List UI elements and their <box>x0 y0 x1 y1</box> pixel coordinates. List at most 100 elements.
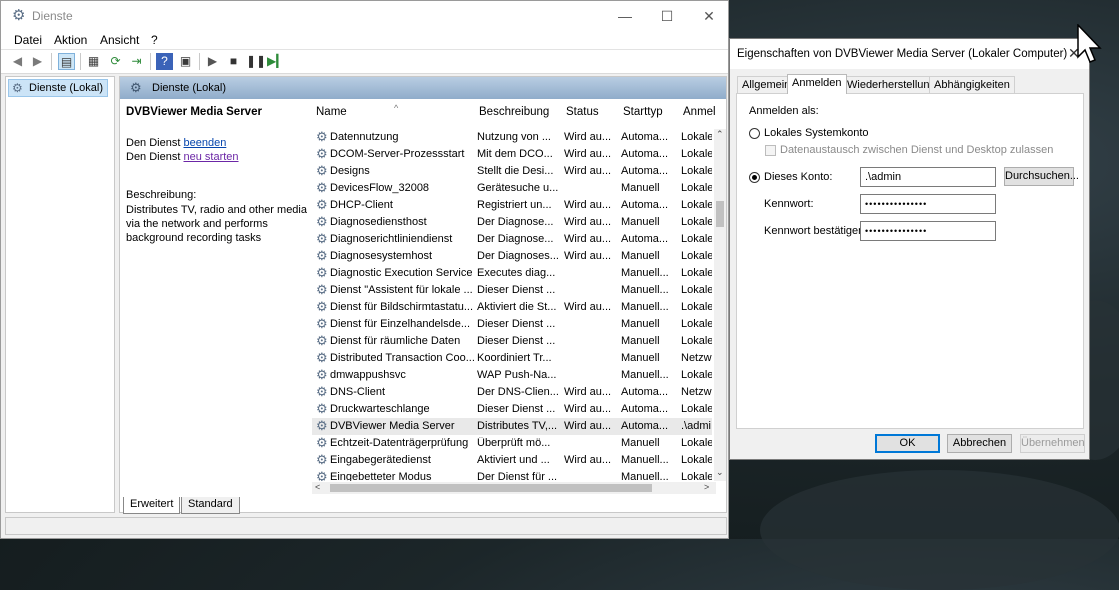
table-row[interactable]: ⚙ Echtzeit-Datenträgerprüfung Überprüft mö… <box>312 435 712 452</box>
service-logon: Lokale <box>681 233 712 245</box>
horizontal-scrollbar[interactable]: < > <box>312 482 716 494</box>
service-description: Der Dienst für ... <box>477 471 558 481</box>
dialog-title-bar: Eigenschaften von DVBViewer Media Server… <box>730 39 1089 69</box>
cancel-button[interactable]: Abbrechen <box>947 434 1012 453</box>
stop-service-link[interactable]: beenden <box>183 137 226 149</box>
scroll-up-icon[interactable]: ⌃ <box>716 129 724 140</box>
confirm-password-input[interactable]: ••••••••••••••• <box>860 221 996 241</box>
pause-service-icon[interactable]: ❚❚ <box>246 53 266 70</box>
service-name: DevicesFlow_32008 <box>330 182 430 194</box>
service-status: Wird au... <box>564 301 612 313</box>
restart-service-icon[interactable]: ▶▎ <box>267 53 285 70</box>
mmc-icon[interactable]: ▣ <box>177 53 194 70</box>
tab-standard[interactable]: Standard <box>181 497 240 514</box>
table-row[interactable]: ⚙ Dienst für Bildschirmtastatu... Aktivier… <box>312 299 712 316</box>
password-input[interactable]: ••••••••••••••• <box>860 194 996 214</box>
menu-datei[interactable]: Datei <box>14 33 42 47</box>
table-row[interactable]: ⚙ Diagnostic Execution Service Executes di… <box>312 265 712 282</box>
service-gear-icon: ⚙ <box>316 351 328 365</box>
local-system-radio[interactable] <box>749 128 760 139</box>
help-icon[interactable]: ? <box>156 53 173 70</box>
refresh-icon[interactable]: ⟳ <box>107 53 124 70</box>
services-gear-icon: ⚙ <box>12 81 23 95</box>
forward-arrow-icon[interactable]: ▶ <box>29 53 46 70</box>
scroll-right-icon[interactable]: > <box>704 482 709 492</box>
column-header-starttype[interactable]: Starttyp <box>623 106 663 118</box>
password-label: Kennwort: <box>764 198 814 210</box>
service-logon: Lokale <box>681 403 712 415</box>
service-gear-icon: ⚙ <box>316 147 328 161</box>
table-row[interactable]: ⚙ Designs Stellt die Desi... Wird au... Auto… <box>312 163 712 180</box>
table-row[interactable]: ⚙ Datennutzung Nutzung von ... Wird au... Au… <box>312 129 712 146</box>
console-tree: ⚙ Dienste (Lokal) <box>5 76 115 513</box>
menu-aktion[interactable]: Aktion <box>54 33 87 47</box>
table-row[interactable]: ⚙ Druckwarteschlange Dieser Dienst ... Wird… <box>312 401 712 418</box>
description-text: Distributes TV, radio and other media vi… <box>126 204 307 244</box>
minimize-button[interactable]: — <box>605 3 645 29</box>
service-logon: Lokale <box>681 131 712 143</box>
table-row[interactable]: ⚙ Eingabegerätedienst Aktiviert und ... Wir… <box>312 452 712 469</box>
table-row[interactable]: ⚙ Diagnoserichtliniendienst Der Diagnose..… <box>312 231 712 248</box>
tree-item-services-local[interactable]: ⚙ Dienste (Lokal) <box>8 79 108 97</box>
this-account-label: Dieses Konto: <box>764 171 833 183</box>
service-starttype: Manuell <box>621 335 660 347</box>
menu-ansicht[interactable]: Ansicht <box>100 33 139 47</box>
service-name: Dienst für räumliche Daten <box>330 335 461 347</box>
service-logon: Lokale <box>681 301 712 313</box>
tab-anmelden[interactable]: Anmelden <box>787 74 847 94</box>
scrollbar-thumb[interactable] <box>330 484 652 492</box>
table-row[interactable]: ⚙ Diagnosesystemhost Der Diagnoses... Wird … <box>312 248 712 265</box>
browse-button[interactable]: Durchsuchen... <box>1004 167 1079 186</box>
table-row[interactable]: ⚙ DVBViewer Media Server Distributes TV,..… <box>312 418 712 435</box>
table-row[interactable]: ⚙ Diagnosediensthost Der Diagnose... Wird a… <box>312 214 712 231</box>
ok-button[interactable]: OK <box>875 434 940 453</box>
this-account-radio[interactable] <box>749 172 760 183</box>
column-header-name[interactable]: Name ^ <box>316 103 398 118</box>
table-row[interactable]: ⚙ Dienst "Assistent für lokale ... Dieser … <box>312 282 712 299</box>
table-row[interactable]: ⚙ Dienst für Einzelhandelsde... Dieser Die… <box>312 316 712 333</box>
service-logon: Lokale <box>681 267 712 279</box>
service-name: Diagnosediensthost <box>330 216 427 228</box>
properties-icon[interactable]: ▦ <box>85 53 102 70</box>
service-logon: Lokale <box>681 182 712 194</box>
scrollbar-thumb[interactable] <box>716 201 724 227</box>
service-starttype: Automa... <box>621 233 669 245</box>
service-logon: Lokale <box>681 250 712 262</box>
service-status: Wird au... <box>564 148 612 160</box>
scroll-left-icon[interactable]: < <box>315 482 320 492</box>
service-starttype: Manuell... <box>621 301 669 313</box>
stop-service-icon[interactable]: ■ <box>225 53 242 70</box>
desktop-interact-checkbox[interactable] <box>765 145 776 156</box>
restart-service-link[interactable]: neu starten <box>183 151 238 163</box>
table-row[interactable]: ⚙ Eingebetteter Modus Der Dienst für ... Ma… <box>312 469 712 481</box>
close-button[interactable]: ✕ <box>689 3 728 29</box>
table-row[interactable]: ⚙ Distributed Transaction Coo... Koordinie… <box>312 350 712 367</box>
service-starttype: Manuell <box>621 182 660 194</box>
table-row[interactable]: ⚙ DevicesFlow_32008 Gerätesuche u... Manuel… <box>312 180 712 197</box>
vertical-scrollbar[interactable]: ⌃ ⌄ <box>714 129 726 481</box>
maximize-button[interactable]: ☐ <box>647 3 687 29</box>
tab-abhaengigkeiten[interactable]: Abhängigkeiten <box>929 76 1015 93</box>
tab-wiederherstellung[interactable]: Wiederherstellung <box>842 76 941 93</box>
column-header-status[interactable]: Status <box>566 106 599 118</box>
start-service-icon[interactable]: ▶ <box>204 53 221 70</box>
back-arrow-icon[interactable]: ◀ <box>9 53 26 70</box>
table-row[interactable]: ⚙ DNS-Client Der DNS-Clien... Wird au... Aut… <box>312 384 712 401</box>
service-gear-icon: ⚙ <box>316 181 328 195</box>
table-row[interactable]: ⚙ DHCP-Client Registriert un... Wird au... A… <box>312 197 712 214</box>
menu-help[interactable]: ? <box>151 33 158 47</box>
column-header-logon[interactable]: Anmel <box>683 106 716 118</box>
tab-erweitert[interactable]: Erweitert <box>123 497 181 514</box>
scroll-down-icon[interactable]: ⌄ <box>716 467 724 478</box>
console-tree-icon[interactable]: ▤ <box>58 53 75 70</box>
service-gear-icon: ⚙ <box>316 470 328 481</box>
table-row[interactable]: ⚙ dmwappushsvc WAP Push-Na... Manuell... Lok… <box>312 367 712 384</box>
service-starttype: Manuell <box>621 216 660 228</box>
apply-button[interactable]: Übernehmen <box>1020 434 1085 453</box>
table-row[interactable]: ⚙ DCOM-Server-Prozessstart Mit dem DCO... W… <box>312 146 712 163</box>
export-list-icon[interactable]: ⇥ <box>128 53 145 70</box>
account-input[interactable]: .\admin <box>860 167 996 187</box>
column-header-description[interactable]: Beschreibung <box>479 106 549 118</box>
toolbar: ◀ ▶ ▤ ▦ ⟳ ⇥ ? ▣ ▶ ■ ❚❚ ▶▎ <box>1 50 728 74</box>
table-row[interactable]: ⚙ Dienst für räumliche Daten Dieser Dienst… <box>312 333 712 350</box>
